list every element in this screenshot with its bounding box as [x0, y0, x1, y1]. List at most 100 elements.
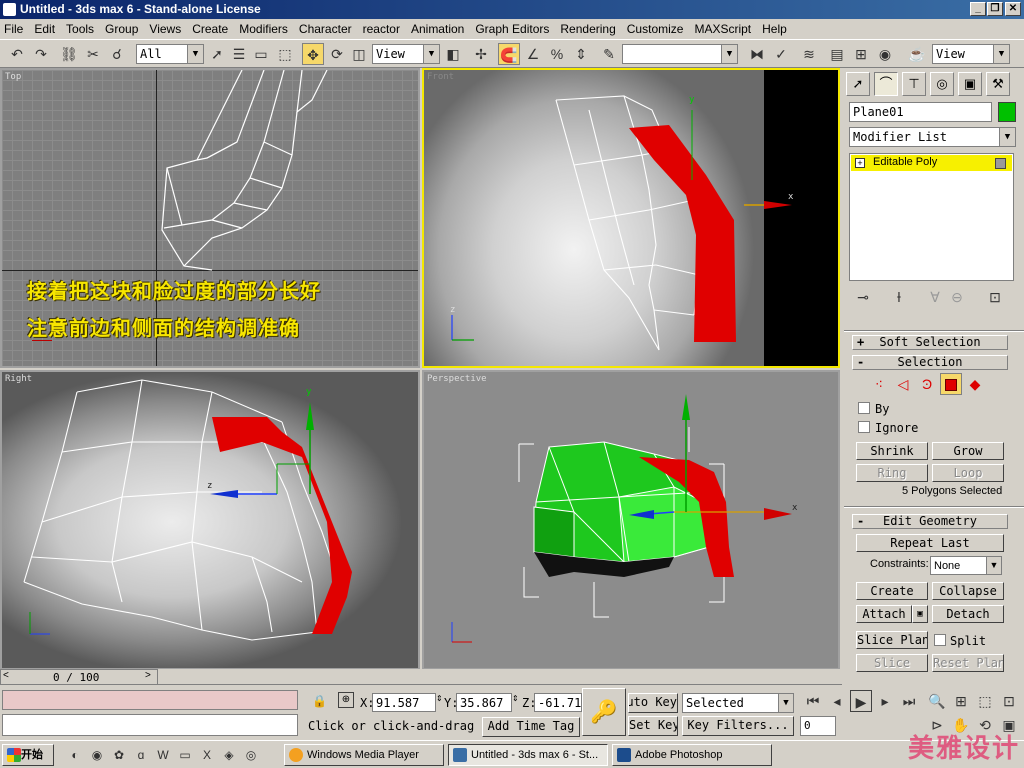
menu-help[interactable]: Help: [762, 22, 787, 36]
select-manipulate-icon[interactable]: ✢: [470, 43, 492, 65]
track-bar[interactable]: [158, 669, 842, 685]
minimize-button[interactable]: _: [970, 2, 986, 16]
x-coordinate-field[interactable]: 91.587: [372, 693, 436, 712]
viewport-perspective[interactable]: Perspective x: [422, 370, 840, 670]
stack-item-toggle-icon[interactable]: [995, 158, 1006, 169]
edit-geometry-rollout[interactable]: - Edit Geometry: [852, 514, 1008, 529]
viewport-right[interactable]: Right z y: [0, 370, 420, 670]
bind-space-warp-icon[interactable]: ☌: [106, 43, 128, 65]
go-to-end-icon[interactable]: ⏭: [898, 690, 920, 712]
render-scene-icon[interactable]: ☕: [906, 43, 928, 65]
edit-named-selection-icon[interactable]: ✎: [598, 43, 620, 65]
detach-button[interactable]: Detach: [932, 605, 1004, 623]
create-tab-icon[interactable]: ➚: [846, 72, 870, 96]
quicklaunch-excel-icon[interactable]: X: [196, 744, 218, 766]
hierarchy-tab-icon[interactable]: ⊤: [902, 72, 926, 96]
attach-button[interactable]: Attach: [856, 605, 912, 623]
z-coordinate-field[interactable]: -61.71: [534, 693, 582, 712]
utilities-tab-icon[interactable]: ⚒: [986, 72, 1010, 96]
quicklaunch-word-icon[interactable]: W: [152, 744, 174, 766]
undo-icon[interactable]: ↶: [6, 43, 28, 65]
viewport-top[interactable]: Top 接着把这块和脸过度的部分长好 注意前边和侧面的结构调准确: [0, 68, 420, 368]
absolute-mode-icon[interactable]: ⊕: [338, 692, 354, 708]
align-icon[interactable]: ✓: [770, 43, 792, 65]
render-view-dropdown[interactable]: View ▼: [932, 44, 1010, 64]
pivot-center-icon[interactable]: ◧: [442, 43, 464, 65]
go-to-start-icon[interactable]: ⏮: [802, 690, 824, 712]
percent-snap-icon[interactable]: %: [546, 43, 568, 65]
time-slider-next-icon[interactable]: >: [145, 670, 151, 681]
select-scale-icon[interactable]: ◫: [348, 43, 370, 65]
repeat-last-button[interactable]: Repeat Last: [856, 534, 1004, 552]
constraints-dropdown[interactable]: None ▼: [930, 556, 1002, 575]
next-frame-icon[interactable]: ▸: [874, 690, 896, 712]
polygon-subobject-icon[interactable]: [940, 373, 962, 395]
collapse-button[interactable]: Collapse: [932, 582, 1004, 600]
menu-create[interactable]: Create: [192, 22, 228, 36]
time-slider[interactable]: < 0 / 100 >: [0, 669, 158, 685]
maxscript-input[interactable]: [2, 714, 298, 736]
object-color-swatch[interactable]: [998, 102, 1016, 122]
expand-icon[interactable]: +: [855, 158, 865, 168]
menu-rendering[interactable]: Rendering: [560, 22, 615, 36]
by-vertex-checkbox[interactable]: [858, 402, 870, 414]
maximize-button[interactable]: ❐: [987, 2, 1003, 16]
rectangular-selection-icon[interactable]: ▭: [250, 43, 272, 65]
pin-stack-icon[interactable]: ⊸: [852, 286, 874, 308]
play-icon[interactable]: ▶: [850, 690, 872, 712]
mirror-icon[interactable]: ⧓: [746, 43, 768, 65]
slice-plane-button[interactable]: Slice Plane: [856, 631, 928, 649]
quicklaunch-photoshop-icon[interactable]: ◈: [218, 744, 240, 766]
menu-maxscript[interactable]: MAXScript: [694, 22, 751, 36]
curve-editor-icon[interactable]: ▤: [826, 43, 848, 65]
zoom-icon[interactable]: 🔍: [926, 690, 948, 712]
selection-filter-dropdown[interactable]: All ▼: [136, 44, 204, 64]
auto-key-button[interactable]: Auto Key: [628, 693, 678, 713]
menu-reactor[interactable]: reactor: [363, 22, 400, 36]
modifier-list-dropdown[interactable]: Modifier List ▼: [849, 127, 1016, 147]
y-coordinate-field[interactable]: 35.867: [456, 693, 512, 712]
angle-snap-icon[interactable]: ∠: [522, 43, 544, 65]
menu-character[interactable]: Character: [299, 22, 352, 36]
split-checkbox[interactable]: [934, 634, 946, 646]
reset-plane-button[interactable]: Reset Plane: [932, 654, 1004, 672]
add-time-tag-button[interactable]: Add Time Tag: [482, 717, 580, 737]
zoom-extents-all-icon[interactable]: ⊡: [998, 690, 1020, 712]
key-mode-dropdown[interactable]: Selected ▼: [682, 693, 794, 713]
motion-tab-icon[interactable]: ◎: [930, 72, 954, 96]
attach-list-icon[interactable]: ▣: [912, 605, 928, 623]
modify-tab-icon[interactable]: ⌒: [874, 72, 898, 96]
grow-button[interactable]: Grow: [932, 442, 1004, 460]
reference-coordinate-dropdown[interactable]: View ▼: [372, 44, 440, 64]
element-subobject-icon[interactable]: ◆: [964, 373, 986, 395]
quicklaunch-ie-icon[interactable]: ◐: [64, 744, 86, 766]
menu-tools[interactable]: Tools: [66, 22, 94, 36]
selection-rollout[interactable]: - Selection: [852, 355, 1008, 370]
zoom-all-icon[interactable]: ⊞: [950, 690, 972, 712]
quicklaunch-media-icon[interactable]: ◉: [86, 744, 108, 766]
task-3ds-max[interactable]: Untitled - 3ds max 6 - St...: [448, 744, 608, 766]
menu-file[interactable]: File: [4, 22, 23, 36]
quicklaunch-app-icon[interactable]: ✿: [108, 744, 130, 766]
redo-icon[interactable]: ↷: [30, 43, 52, 65]
window-crossing-icon[interactable]: ⬚: [274, 43, 296, 65]
viewport-perspective-label[interactable]: Perspective: [427, 374, 487, 384]
configure-modifier-sets-icon[interactable]: ⊡: [984, 286, 1006, 308]
edge-subobject-icon[interactable]: ◁: [892, 373, 914, 395]
set-keys-icon[interactable]: 🔑: [582, 688, 626, 736]
stack-item-editable-poly[interactable]: + Editable Poly: [851, 155, 1012, 171]
link-icon[interactable]: ⛓: [58, 43, 80, 65]
loop-button[interactable]: Loop: [932, 464, 1004, 482]
show-end-result-icon[interactable]: Ɨ: [888, 286, 910, 308]
object-name-field[interactable]: Plane01: [849, 102, 992, 122]
x-spinner-icon[interactable]: ⇕: [436, 694, 443, 703]
shrink-button[interactable]: Shrink: [856, 442, 928, 460]
maxscript-listener[interactable]: [2, 690, 298, 710]
display-tab-icon[interactable]: ▣: [958, 72, 982, 96]
schematic-view-icon[interactable]: ⊞: [850, 43, 872, 65]
menu-group[interactable]: Group: [105, 22, 138, 36]
soft-selection-rollout[interactable]: + Soft Selection: [852, 335, 1008, 350]
spinner-snap-icon[interactable]: ⇕: [570, 43, 592, 65]
lock-selection-icon[interactable]: 🔒: [312, 694, 327, 708]
quicklaunch-3dsmax-icon[interactable]: ◎: [240, 744, 262, 766]
